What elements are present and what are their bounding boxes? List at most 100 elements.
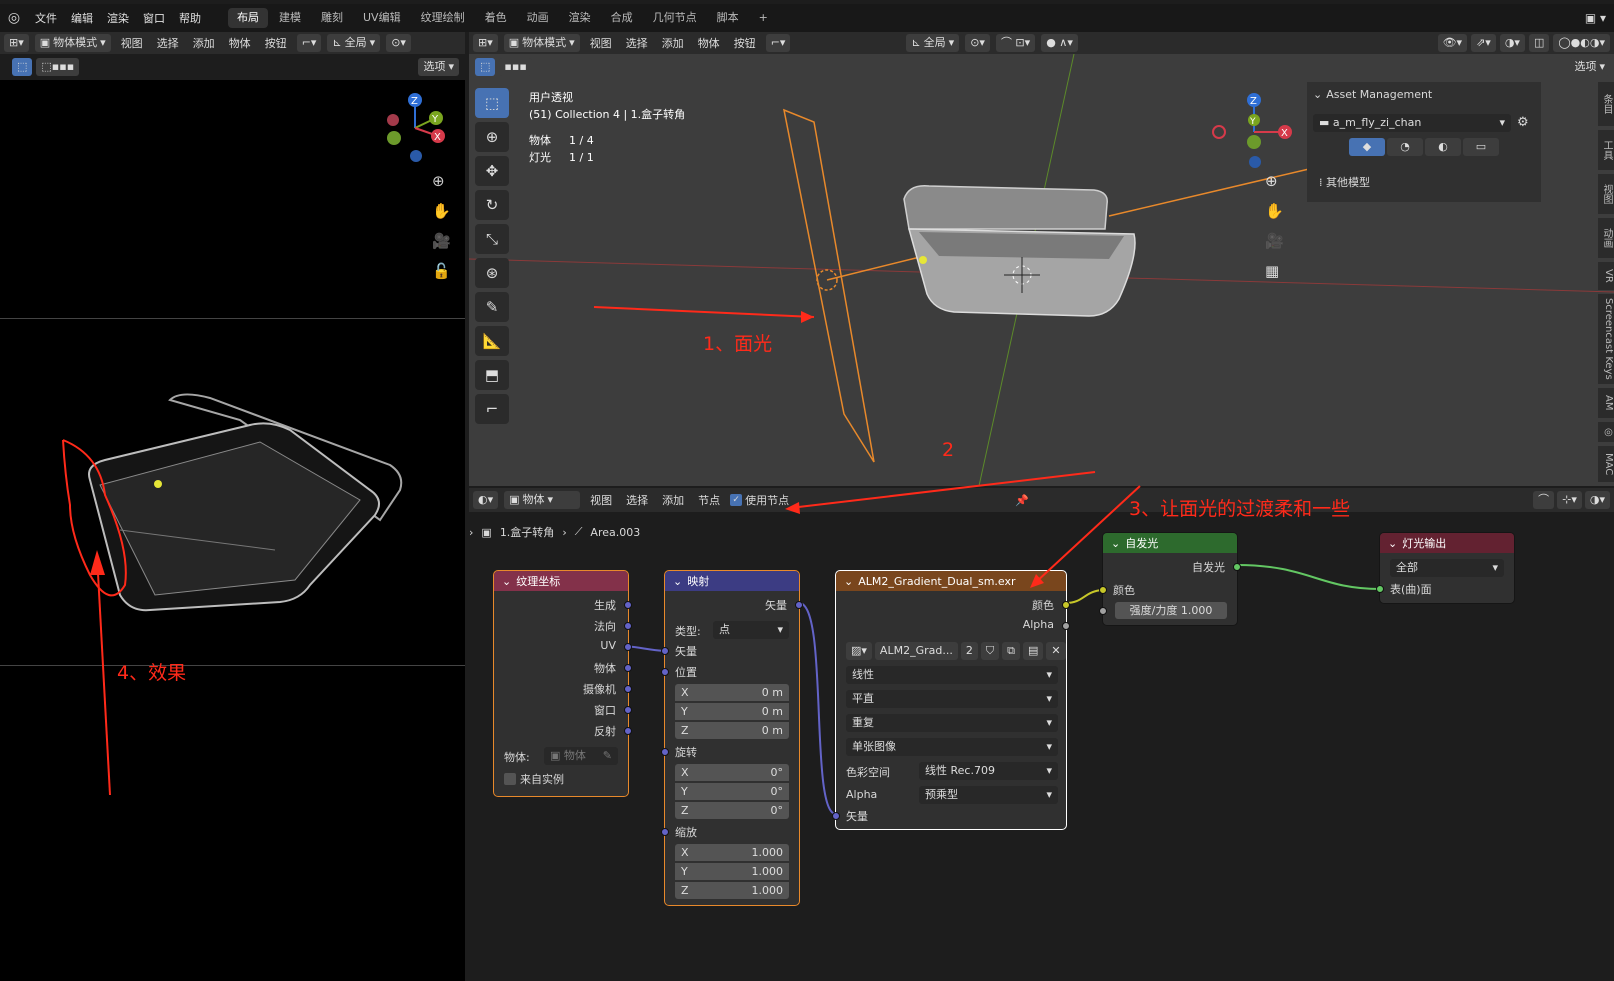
socket[interactable]	[832, 812, 840, 820]
gizmo-icon[interactable]: ⇗▾	[1471, 34, 1496, 52]
scale-y-field[interactable]: Y 1.000	[675, 863, 789, 880]
node-header[interactable]: ⌄ 映射	[665, 571, 799, 591]
tab-uv[interactable]: UV编辑	[354, 8, 410, 28]
left-menu-object[interactable]: 物体	[225, 35, 255, 51]
socket[interactable]	[1376, 585, 1384, 593]
blender-logo-icon[interactable]: ◎	[0, 10, 28, 26]
menu-help[interactable]: 帮助	[172, 10, 208, 26]
location-z-field[interactable]: Z 0 m	[675, 722, 789, 739]
main-menu-select[interactable]: 选择	[622, 35, 652, 51]
alpha-mode-select[interactable]: 预乘型 ▾	[919, 786, 1058, 804]
main-editor-type-icon[interactable]: ⊞▾	[473, 34, 498, 52]
socket[interactable]	[661, 828, 669, 836]
main-menu-button[interactable]: 按钮	[730, 35, 760, 51]
from-instancer-checkbox[interactable]: 来自实例	[504, 771, 564, 787]
light-output-node[interactable]: ⌄ 灯光输出 全部 ▾ 表(曲)面	[1376, 533, 1514, 603]
output-target-select[interactable]: 全部 ▾	[1390, 559, 1504, 577]
duplicate-icon[interactable]: ⧉	[1002, 642, 1020, 660]
colorspace-select[interactable]: 线性 Rec.709 ▾	[919, 762, 1058, 780]
main-mode-select[interactable]: ▣ 物体模式 ▾	[503, 34, 580, 52]
location-x-field[interactable]: X 0 m	[675, 684, 789, 701]
strength-field[interactable]: 强度/力度 1.000	[1115, 602, 1227, 619]
tab-geometry-nodes[interactable]: 几何节点	[644, 8, 706, 28]
shading-mode-icons[interactable]: ◯●◐◑▾	[1553, 34, 1610, 52]
main-menu-object[interactable]: 物体	[694, 35, 724, 51]
unlink-close-icon[interactable]: ✕	[1046, 642, 1066, 660]
node-header[interactable]: ⌄ 纹理坐标	[494, 571, 628, 591]
location-y-field[interactable]: Y 0 m	[675, 703, 789, 720]
open-folder-icon[interactable]: ▤	[1022, 642, 1044, 660]
mapping-type-select[interactable]: 点 ▾	[713, 621, 789, 639]
image-name-field[interactable]: ALM2_Grad...	[874, 642, 958, 660]
socket[interactable]	[1099, 607, 1107, 615]
pan-hand-icon[interactable]: ✋	[432, 202, 451, 220]
proportional-icon[interactable]: ⌒ ⊡▾	[995, 34, 1036, 52]
proportional-falloff-icon[interactable]: ● ∧▾	[1041, 34, 1078, 52]
left-options-button[interactable]: 选项 ▾	[418, 58, 459, 76]
node-header[interactable]: ⌄ 自发光	[1103, 533, 1237, 553]
navigation-gizmo-icon[interactable]: Z Y X	[380, 90, 450, 165]
fake-user-shield-icon[interactable]: ⛉	[980, 642, 1000, 660]
menu-window[interactable]: 窗口	[136, 10, 172, 26]
main-transform-orientation[interactable]: ⊾ 全局 ▾	[906, 34, 960, 52]
editor-type-icon[interactable]: ⊞▾	[4, 34, 29, 52]
zoom-icon[interactable]: ⊕	[432, 172, 451, 190]
lock-icon[interactable]: 🔓	[432, 262, 451, 280]
tab-sculpt[interactable]: 雕刻	[312, 8, 352, 28]
main-menu-add[interactable]: 添加	[658, 35, 688, 51]
main-menu-view[interactable]: 视图	[586, 35, 616, 51]
camera-icon[interactable]: 🎥	[432, 232, 451, 250]
socket[interactable]	[1233, 563, 1241, 571]
tab-compositing[interactable]: 合成	[602, 8, 642, 28]
scale-z-field[interactable]: Z 1.000	[675, 882, 789, 899]
socket[interactable]	[624, 622, 632, 630]
socket[interactable]	[661, 647, 669, 655]
left-menu-select[interactable]: 选择	[153, 35, 183, 51]
image-users-count[interactable]: 2	[960, 642, 978, 660]
socket[interactable]	[795, 601, 803, 609]
main-3d-viewport[interactable]: ⬚ ▪▪▪ 选项 ▾ ⬚ ⊕ ✥ ↻ ⤡ ⊛ ✎ 📐 ⬒ ⌐ 用户透视 (51) …	[469, 54, 1614, 486]
overlay-icon[interactable]: ◑▾	[1499, 34, 1525, 52]
main-pivot-icon[interactable]: ⊙▾	[965, 34, 990, 52]
left-snap-icon[interactable]: ⌐▾	[296, 34, 322, 52]
left-pivot-icon[interactable]: ⊙▾	[386, 34, 411, 52]
menu-file[interactable]: 文件	[28, 10, 64, 26]
emission-node[interactable]: ⌄ 自发光 自发光 颜色 强度/力度 1.000	[1099, 533, 1241, 625]
socket[interactable]	[661, 668, 669, 676]
socket[interactable]	[1099, 586, 1107, 594]
object-picker[interactable]: ▣ 物体 ✎	[544, 747, 618, 765]
socket[interactable]	[624, 664, 632, 672]
tab-scripting[interactable]: 脚本	[708, 8, 748, 28]
tab-texture-paint[interactable]: 纹理绘制	[412, 8, 474, 28]
socket[interactable]	[624, 601, 632, 609]
rotation-y-field[interactable]: Y 0°	[675, 783, 789, 800]
add-workspace-button[interactable]: +	[750, 8, 777, 28]
left-menu-button[interactable]: 按钮	[261, 35, 291, 51]
xray-icon[interactable]: ◫	[1528, 34, 1550, 52]
socket[interactable]	[661, 748, 669, 756]
socket[interactable]	[624, 706, 632, 714]
tab-layout[interactable]: 布局	[228, 8, 268, 28]
shader-node-editor[interactable]: ◐▾ ▣ 物体 ▾ 视图 选择 添加 节点 ✓ 使用节点 📌 ⌒ ⊹▾ ◑▾ › ▣ …	[469, 488, 1614, 981]
socket[interactable]	[624, 685, 632, 693]
tab-animation[interactable]: 动画	[518, 8, 558, 28]
left-render-viewport[interactable]: Z Y X ⊕ ✋ 🎥 🔓 4、效果	[0, 80, 465, 981]
texture-coordinate-node[interactable]: ⌄ 纹理坐标 生成 法向 UV 物体 摄像机 窗口 反射 物体: ▣ 物体 ✎ 来自…	[493, 570, 632, 797]
interpolation-select[interactable]: 线性 ▾	[846, 666, 1058, 684]
rotation-x-field[interactable]: X 0°	[675, 764, 789, 781]
main-snap-icon[interactable]: ⌐▾	[765, 34, 791, 52]
visibility-icon[interactable]: 👁▾	[1437, 34, 1468, 52]
projection-select[interactable]: 平直 ▾	[846, 690, 1058, 708]
tab-rendering[interactable]: 渲染	[560, 8, 600, 28]
image-texture-node[interactable]: ⌄ ALM2_Gradient_Dual_sm.exr 颜色 Alpha ▨▾ A…	[832, 570, 1070, 830]
scale-x-field[interactable]: X 1.000	[675, 844, 789, 861]
extension-select[interactable]: 重复 ▾	[846, 714, 1058, 732]
rotation-z-field[interactable]: Z 0°	[675, 802, 789, 819]
scene-icon[interactable]: ▣ ▾	[1585, 11, 1606, 25]
left-mode-select[interactable]: ▣ 物体模式 ▾	[34, 34, 111, 52]
socket[interactable]	[624, 643, 632, 651]
node-header[interactable]: ⌄ 灯光输出	[1380, 533, 1514, 553]
tab-shading[interactable]: 着色	[476, 8, 516, 28]
node-header[interactable]: ⌄ ALM2_Gradient_Dual_sm.exr	[836, 571, 1066, 591]
eyedropper-icon[interactable]: ✎	[603, 747, 612, 765]
